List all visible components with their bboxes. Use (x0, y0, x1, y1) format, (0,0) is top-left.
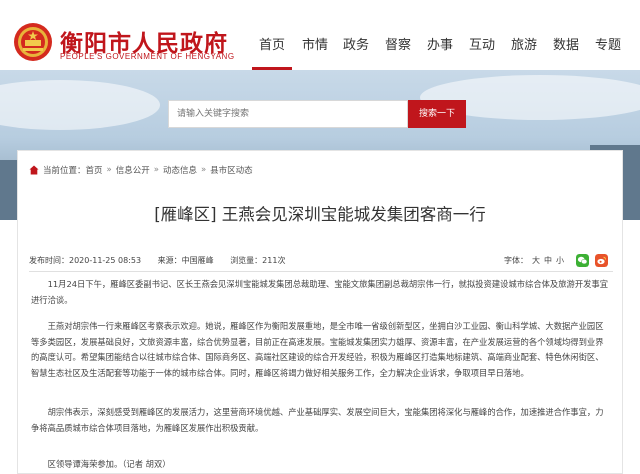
article-paragraph: 胡宗伟表示，深刻感受到雁峰区的发展活力，这里营商环境优越、产业基础厚实、发展空间… (31, 407, 604, 433)
nav-services[interactable]: 办事 (420, 26, 460, 70)
emblem-logo[interactable] (13, 22, 53, 62)
breadcrumb-county-news[interactable]: 县市区动态 (210, 164, 253, 176)
nav-home[interactable]: 首页 (252, 26, 292, 70)
font-size-small[interactable]: 小 (556, 255, 564, 266)
breadcrumb-prefix: 当前位置： (43, 166, 86, 176)
article-card: 当前位置： 首页 » 信息公开 » 动态信息 » 县市区动态 [雁峰区] 王燕会… (17, 150, 623, 474)
nav-topics[interactable]: 专题 (588, 26, 628, 70)
article-paragraph: 王燕对胡宗伟一行来雁峰区考察表示欢迎。她说，雁峰区作为衡阳发展重地，是全市唯一省… (31, 321, 604, 378)
site-subtitle: PEOPLE'S GOVERNMENT OF HENGYANG (60, 52, 235, 61)
cloud-shape (0, 80, 160, 130)
font-size-label: 字体： (504, 255, 528, 265)
article-title: [雁峰区] 王燕会见深圳宝能城发集团客商一行 (154, 205, 486, 224)
nav-tourism[interactable]: 旅游 (504, 26, 544, 70)
breadcrumb-separator: » (106, 165, 112, 175)
nav-city-info[interactable]: 市情 (295, 26, 335, 70)
breadcrumb: 当前位置： 首页 » 信息公开 » 动态信息 » 县市区动态 (29, 163, 253, 177)
search-input[interactable] (169, 101, 407, 127)
breadcrumb-info-disclosure[interactable]: 信息公开 (116, 164, 150, 176)
search-button[interactable]: 搜索一下 (408, 100, 466, 128)
search-box (168, 100, 408, 128)
article-source: 来源：中国雁峰 (157, 256, 214, 265)
wechat-share-icon[interactable] (576, 253, 589, 267)
nav-supervision[interactable]: 督察 (378, 26, 418, 70)
nav-interaction[interactable]: 互动 (462, 26, 502, 70)
weibo-share-icon[interactable] (595, 253, 608, 267)
main-nav: 首页 市情 政务 督察 办事 互动 旅游 数据 专题 (248, 26, 640, 70)
breadcrumb-dynamic-info[interactable]: 动态信息 (163, 164, 197, 176)
nav-data[interactable]: 数据 (546, 26, 586, 70)
home-icon (29, 165, 39, 175)
font-size-medium[interactable]: 中 (544, 255, 552, 266)
breadcrumb-home[interactable]: 首页 (86, 164, 103, 176)
font-size-large[interactable]: 大 (532, 255, 540, 266)
site-header: 衡阳市人民政府 PEOPLE'S GOVERNMENT OF HENGYANG … (0, 0, 640, 70)
breadcrumb-separator: » (153, 165, 159, 175)
meta-divider (29, 271, 613, 272)
article-meta: 发布时间：2020-11-25 08:53 来源：中国雁峰 浏览量：211次 (29, 255, 299, 266)
publish-time: 发布时间：2020-11-25 08:53 (29, 256, 142, 265)
article-paragraph: 区领导谭海荣参加。（记者 胡双） (47, 459, 171, 469)
nav-government-affairs[interactable]: 政务 (336, 26, 376, 70)
article-tools: 字体： 大 中 小 (504, 252, 608, 268)
article-paragraph: 11月24日下午，雁峰区委副书记、区长王燕会见深圳宝能城发集团总裁助理、宝能文旅… (31, 279, 609, 305)
view-count: 浏览量：211次 (230, 256, 286, 265)
breadcrumb-separator: » (200, 165, 207, 175)
